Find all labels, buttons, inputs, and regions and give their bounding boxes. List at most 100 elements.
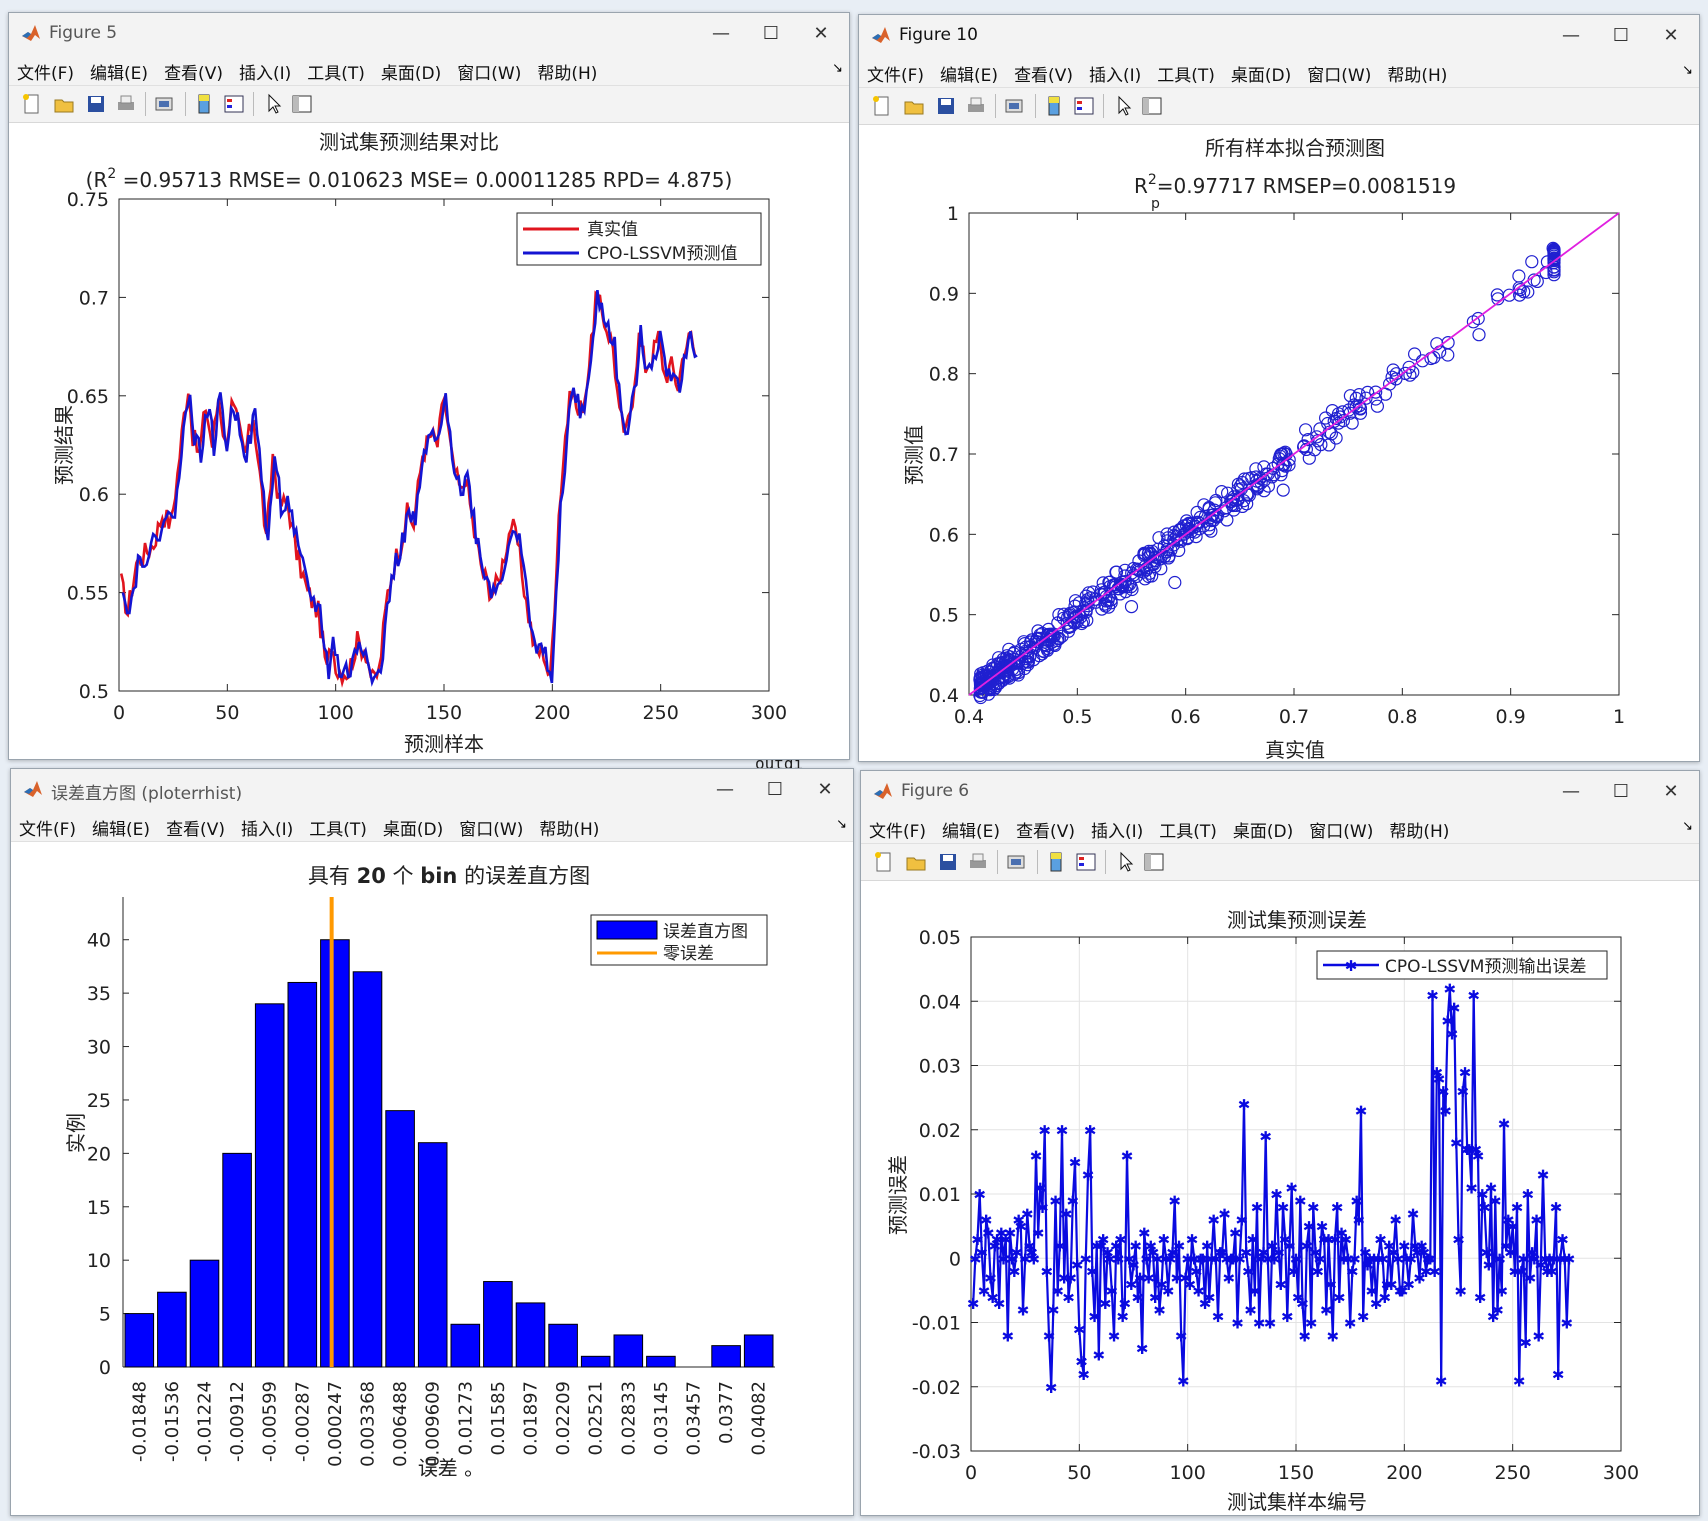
error-marker: ✱ [1036, 1199, 1049, 1217]
bin-label: 0.000247 [325, 1381, 346, 1467]
x-tick-label: 1 [1613, 706, 1625, 728]
error-marker: ✱ [1238, 1096, 1251, 1114]
error-marker: ✱ [1561, 1315, 1574, 1333]
error-marker: ✱ [1355, 1102, 1368, 1120]
histogram-bar [450, 1323, 481, 1368]
error-marker: ✱ [1563, 1250, 1576, 1268]
fig6-plot[interactable]: 测试集预测误差 0 50 100 150 200 250 300 -0.03 -0.02 -0.01… [861, 771, 1700, 1516]
error-marker: ✱ [1121, 1147, 1134, 1165]
chart-title: 具有 20 个 bin 的误差直方图 [308, 864, 590, 888]
error-marker: ✱ [1435, 1372, 1448, 1390]
y-tick-label: 40 [87, 930, 111, 952]
error-marker: ✱ [1073, 1321, 1086, 1339]
error-marker: ✱ [1498, 1115, 1511, 1133]
x-tick-label: 150 [426, 702, 462, 724]
x-tick-label: 0.4 [954, 706, 984, 728]
error-marker: ✱ [1017, 1302, 1030, 1320]
error-marker: ✱ [1021, 1205, 1034, 1223]
error-marker: ✱ [1307, 1199, 1320, 1217]
y-tick-label: 0.5 [929, 605, 959, 627]
y-tick-label: 0.03 [919, 1056, 961, 1078]
hist-plot[interactable]: 具有 20 个 bin 的误差直方图 0 5 10 15 20 25 30 35 40 -0.018… [11, 769, 854, 1516]
error-marker: ✱ [1454, 1282, 1467, 1300]
x-tick-label: 50 [215, 702, 239, 724]
legend-label: 误差直方图 [663, 922, 748, 942]
y-tick-label: 0.04 [919, 991, 961, 1013]
error-marker: ✱ [1489, 1192, 1502, 1210]
y-tick-label: 10 [87, 1250, 111, 1272]
y-tick-label: 0.5 [79, 681, 109, 703]
error-marker: ✱ [1519, 1334, 1532, 1352]
error-marker: ✱ [1002, 1327, 1015, 1345]
error-marker: ✱ [1305, 1315, 1318, 1333]
histogram-bar [743, 1334, 774, 1368]
error-marker: ✱ [1496, 1282, 1509, 1300]
histogram-bar [287, 981, 318, 1368]
figure5-window[interactable]: Figure 5 — ☐ ✕ 文件(F) 编辑(E) 查看(V) 插入(I) 工具(T)… [8, 12, 850, 760]
error-marker: ✱ [1353, 1212, 1366, 1230]
error-marker: ✱ [1251, 1199, 1264, 1217]
error-marker: ✱ [1357, 1308, 1370, 1326]
y-tick-label: 25 [87, 1090, 111, 1112]
error-marker: ✱ [1277, 1199, 1290, 1217]
chart-title: 测试集预测结果对比 [319, 130, 499, 154]
bin-label: 0.03145 [651, 1381, 672, 1455]
histogram-bar [417, 1142, 448, 1368]
error-marker: ✱ [1457, 1083, 1470, 1101]
error-marker: ✱ [1212, 1308, 1225, 1326]
error-marker: ✱ [1186, 1231, 1199, 1249]
histogram-bar [254, 1003, 285, 1368]
error-marker: ✱ [1030, 1147, 1043, 1165]
error-marker: ✱ [1556, 1231, 1569, 1249]
error-marker: ✱ [1264, 1315, 1277, 1333]
y-tick-label: 5 [99, 1304, 111, 1326]
error-marker: ✱ [1084, 1122, 1097, 1140]
error-marker: ✱ [1294, 1192, 1307, 1210]
error-marker: ✱ [1439, 1102, 1452, 1120]
error-marker: ✱ [1340, 1231, 1353, 1249]
y-tick-label: 20 [87, 1143, 111, 1165]
x-tick-label: 0 [113, 702, 125, 724]
error-marker: ✱ [1333, 1289, 1346, 1307]
error-marker: ✱ [1281, 1308, 1294, 1326]
error-marker: ✱ [1177, 1372, 1190, 1390]
error-marker: ✱ [1242, 1263, 1255, 1281]
legend-swatch [596, 920, 658, 940]
error-marker: ✱ [1108, 1327, 1121, 1345]
errhist-window[interactable]: 误差直方图 (ploterrhist) — ☐ ✕ 文件(F) 编辑(E) 查看(V… [10, 768, 854, 1516]
error-marker: ✱ [1054, 1237, 1067, 1255]
histogram-bar [352, 971, 383, 1368]
error-marker: ✱ [1275, 1276, 1288, 1294]
fig5-plot[interactable]: 测试集预测结果对比 (R2 =0.95713 RMSE= 0.010623 MSE… [9, 13, 850, 760]
histogram-bar [320, 939, 350, 1368]
figure10-window[interactable]: Figure 10 — ☐ ✕ 文件(F) 编辑(E) 查看(V) 插入(I) 工具(T… [858, 14, 1700, 762]
error-marker: ✱ [1043, 1327, 1056, 1345]
bin-label: 0.01585 [488, 1381, 509, 1455]
histogram-bar [385, 1110, 415, 1368]
bin-label: -0.00912 [227, 1381, 248, 1462]
error-marker: ✱ [1236, 1212, 1249, 1230]
error-marker: ✱ [1231, 1315, 1244, 1333]
x-tick-label: 300 [1603, 1462, 1639, 1484]
bin-label: 0.02521 [586, 1381, 607, 1455]
y-tick-label: 0.7 [79, 287, 109, 309]
bin-label: -0.00287 [292, 1381, 313, 1462]
bin-label: 0.003368 [358, 1381, 379, 1467]
y-tick-label: 15 [87, 1197, 111, 1219]
bin-label: -0.01536 [162, 1381, 183, 1462]
error-marker: ✱ [1472, 1147, 1485, 1165]
x-tick-label: 0.6 [1171, 706, 1201, 728]
y-tick-label: 35 [87, 983, 111, 1005]
error-marker: ✱ [1086, 1263, 1099, 1281]
error-marker: ✱ [1350, 1192, 1363, 1210]
error-marker: ✱ [1513, 1372, 1526, 1390]
error-marker: ✱ [1506, 1218, 1519, 1236]
error-marker: ✱ [1327, 1327, 1340, 1345]
error-marker: ✱ [1504, 1244, 1517, 1262]
error-marker: ✱ [1047, 1302, 1060, 1320]
x-tick-label: 0.7 [1279, 706, 1309, 728]
bin-label: 0.03457 [684, 1381, 705, 1455]
figure6-window[interactable]: Figure 6 — ☐ ✕ 文件(F) 编辑(E) 查看(V) 插入(I) 工具(T)… [860, 770, 1700, 1516]
error-marker: ✱ [1223, 1270, 1236, 1288]
fig10-plot[interactable]: 所有样本拟合预测图R2=0.97717 RMSEP=0.00815190.4 0.… [859, 15, 1700, 762]
